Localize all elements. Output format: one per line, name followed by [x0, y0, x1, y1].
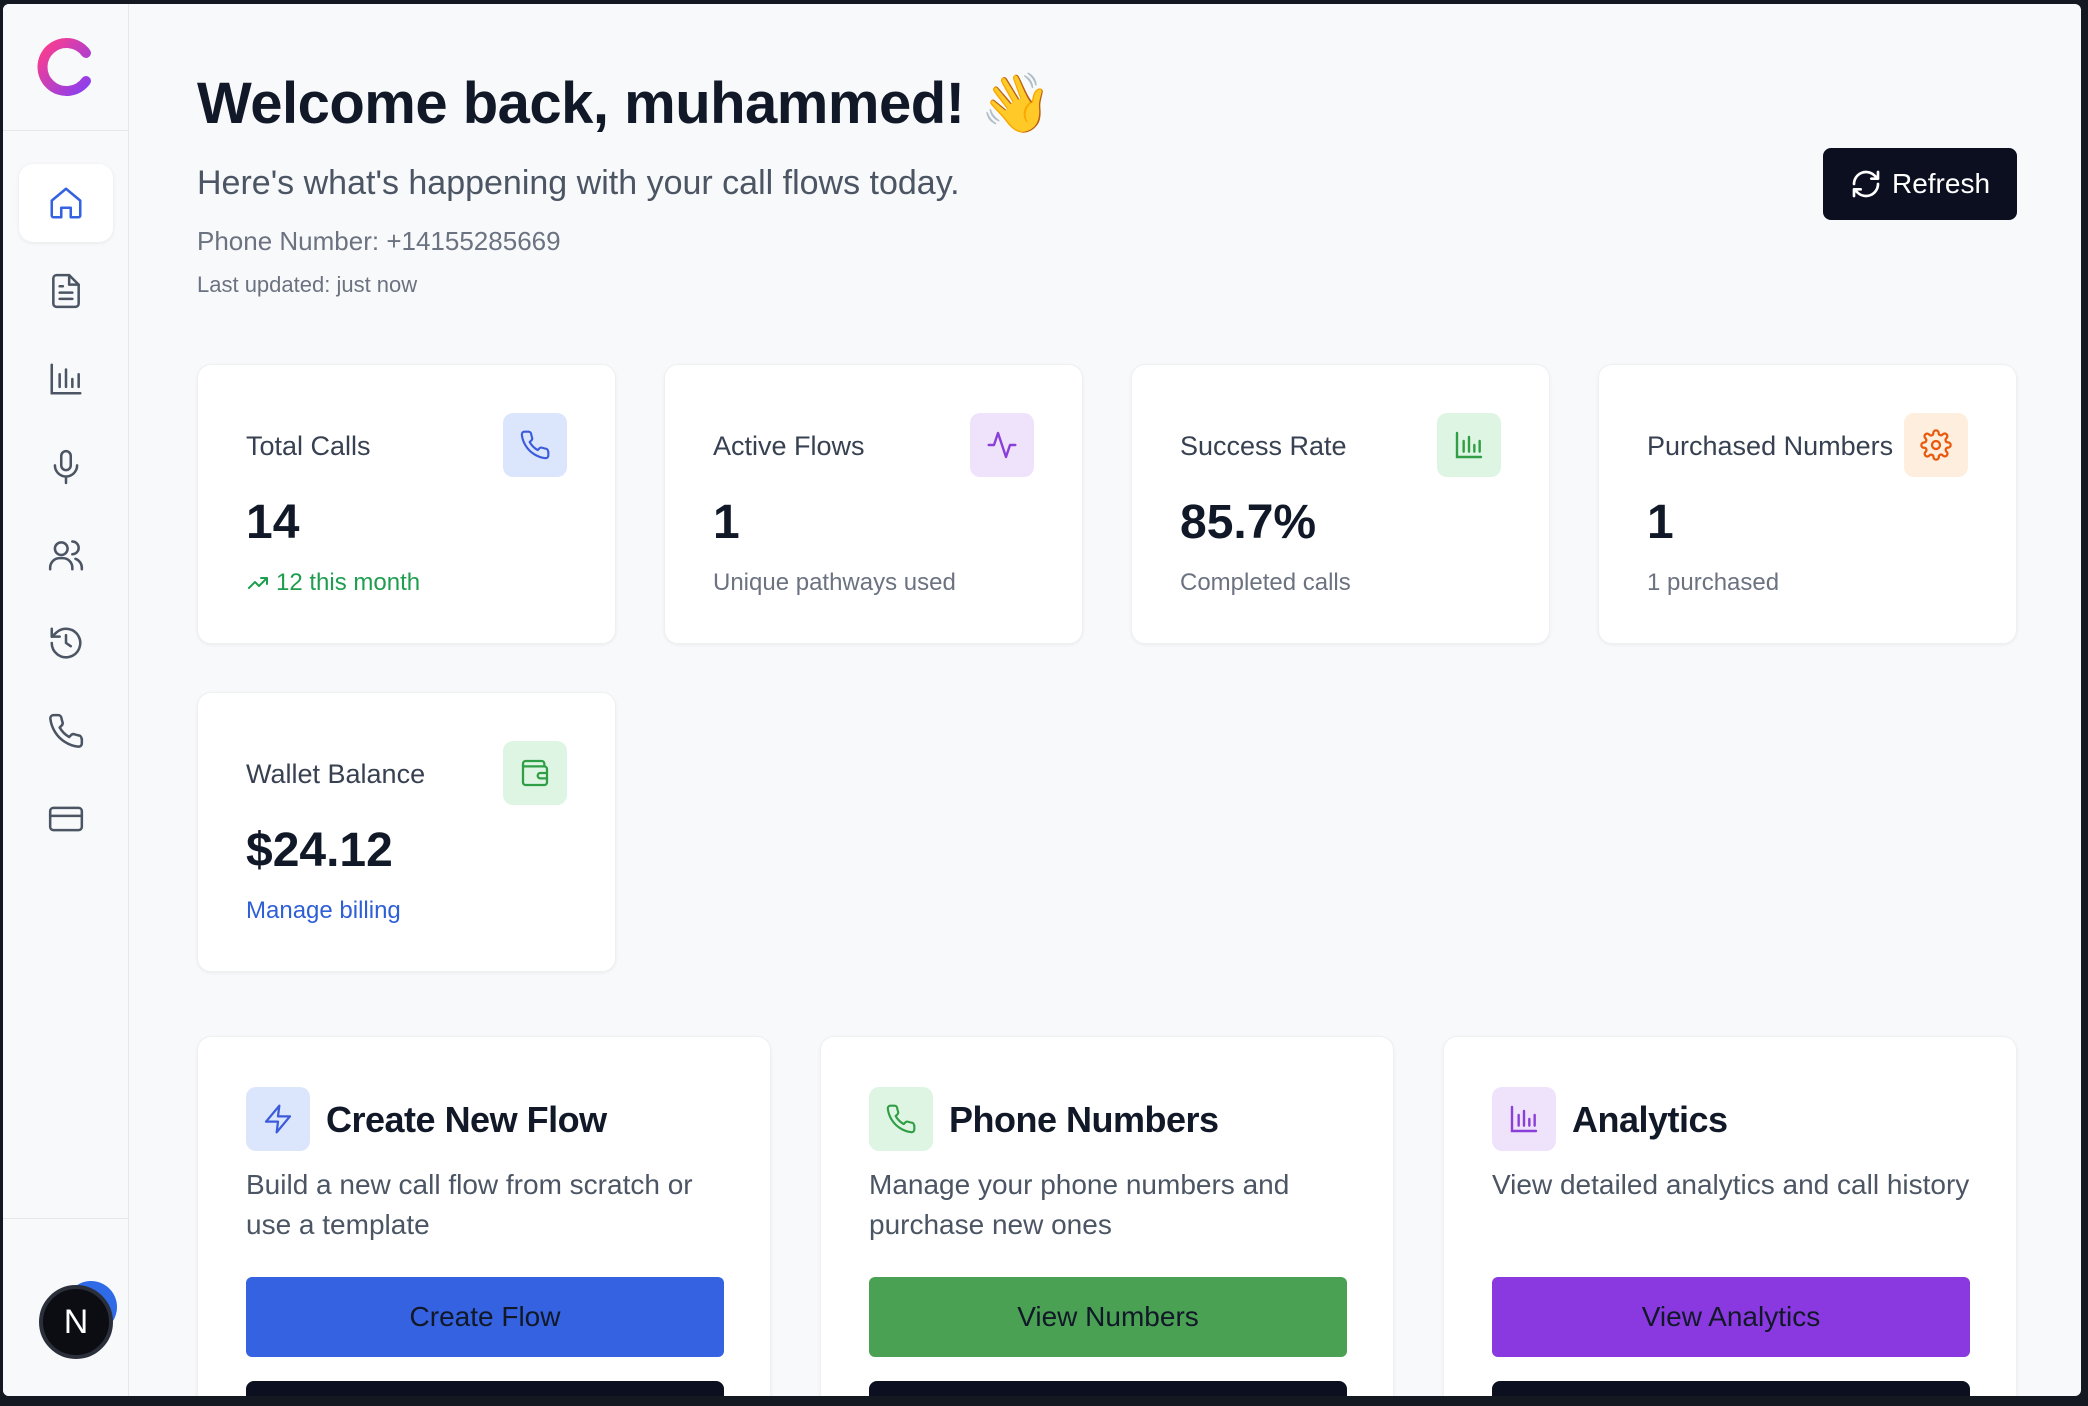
credit-card-icon [48, 806, 84, 832]
history-icon [50, 627, 82, 659]
action-description: View detailed analytics and call history [1492, 1169, 1970, 1200]
page-subtitle: Here's what's happening with your call f… [197, 164, 960, 202]
action-title: Analytics [1572, 1099, 1728, 1140]
trending-up-icon [248, 577, 268, 589]
wallet-icon [521, 759, 549, 787]
manage-billing-link[interactable]: Manage billing [246, 897, 401, 925]
activity-icon [987, 431, 1017, 459]
sidebar: N [3, 4, 129, 1396]
stat-card-success-rate: Success Rate 85.7% Completed calls [1131, 364, 1550, 644]
gear-icon [1920, 429, 1952, 461]
sidebar-item-voice[interactable] [19, 428, 113, 506]
brand-logo[interactable] [36, 37, 96, 97]
create-flow-button[interactable]: Create Flow [246, 1277, 724, 1357]
stat-sub: Completed calls [1180, 569, 1351, 596]
stat-label: Total Calls [246, 431, 371, 461]
sidebar-item-documents[interactable] [19, 252, 113, 330]
users-icon [48, 540, 84, 571]
stat-card-purchased-numbers: Purchased Numbers 1 1 purchased [1598, 364, 2017, 644]
sidebar-item-billing[interactable] [19, 780, 113, 858]
document-icon [52, 273, 80, 309]
secondary-button[interactable] [246, 1381, 724, 1396]
stat-trend: 12 this month [246, 569, 420, 597]
app-window: N Welcome back, muhammed! 👋 Here's what'… [3, 4, 2081, 1396]
last-updated-text: Last updated: just now [197, 272, 418, 297]
action-description: Manage your phone numbers and purchase n… [869, 1169, 1290, 1240]
action-title: Phone Numbers [949, 1099, 1219, 1140]
stat-sub: Unique pathways used [713, 569, 956, 596]
stat-icon-box [970, 413, 1034, 477]
stat-value: 14 [246, 496, 300, 549]
view-analytics-button[interactable]: View Analytics [1492, 1277, 1970, 1357]
refresh-button[interactable]: Refresh [1823, 148, 2017, 220]
action-card-create-flow: Create New Flow Build a new call flow fr… [197, 1036, 771, 1396]
stat-icon-box [503, 741, 567, 805]
refresh-label: Refresh [1891, 168, 1991, 199]
phone-icon [886, 1104, 916, 1134]
stat-icon-box [1437, 413, 1501, 477]
avatar[interactable]: N [39, 1285, 113, 1359]
action-title: Create New Flow [326, 1099, 607, 1140]
stat-value: $24.12 [246, 824, 393, 877]
action-card-analytics: Analytics View detailed analytics and ca… [1443, 1036, 2017, 1396]
bar-chart-icon [1510, 1105, 1538, 1133]
stat-sub: 12 this month [276, 569, 421, 596]
stat-label: Success Rate [1180, 431, 1347, 461]
home-icon [50, 187, 82, 219]
sidebar-item-history[interactable] [19, 604, 113, 682]
stat-card-active-flows: Active Flows 1 Unique pathways used [664, 364, 1083, 644]
microphone-icon [53, 449, 79, 485]
secondary-button[interactable] [869, 1381, 1347, 1396]
action-icon-box [1492, 1087, 1556, 1151]
action-icon-box [869, 1087, 933, 1151]
action-icon-box [246, 1087, 310, 1151]
bar-chart-icon [1455, 431, 1483, 459]
stat-label: Purchased Numbers [1647, 431, 1894, 461]
sidebar-divider [3, 1218, 129, 1219]
page-title: Welcome back, muhammed! 👋 [197, 71, 1052, 136]
stat-label: Active Flows [713, 431, 865, 461]
phone-number-text: Phone Number: +14155285669 [197, 226, 561, 256]
stat-icon-box [1904, 413, 1968, 477]
stat-value: 1 [1647, 496, 1674, 549]
user-menu[interactable]: N [39, 1279, 129, 1369]
stat-card-wallet-balance: Wallet Balance $24.12 Manage billing [197, 692, 616, 972]
sidebar-item-home[interactable] [19, 164, 113, 242]
phone-icon [520, 430, 550, 460]
secondary-button[interactable] [1492, 1381, 1970, 1396]
stat-card-total-calls: Total Calls 14 12 this month [197, 364, 616, 644]
bar-chart-icon [50, 363, 82, 395]
sidebar-item-calls[interactable] [19, 692, 113, 770]
stat-value: 1 [713, 496, 740, 549]
sidebar-item-contacts[interactable] [19, 516, 113, 594]
refresh-icon [1852, 170, 1880, 198]
stat-sub: 1 purchased [1647, 569, 1780, 596]
view-numbers-button[interactable]: View Numbers [869, 1277, 1347, 1357]
action-card-phone-numbers: Phone Numbers Manage your phone numbers … [820, 1036, 1394, 1396]
sidebar-divider [3, 130, 129, 131]
lightning-icon [264, 1104, 292, 1134]
stat-label: Wallet Balance [246, 759, 426, 789]
stat-value: 85.7% [1180, 496, 1317, 549]
phone-icon [49, 713, 84, 748]
action-description: Build a new call flow from scratch or us… [246, 1169, 693, 1240]
sidebar-item-analytics[interactable] [19, 340, 113, 418]
stat-icon-box [503, 413, 567, 477]
main-content: Welcome back, muhammed! 👋 Here's what's … [129, 4, 2081, 1396]
